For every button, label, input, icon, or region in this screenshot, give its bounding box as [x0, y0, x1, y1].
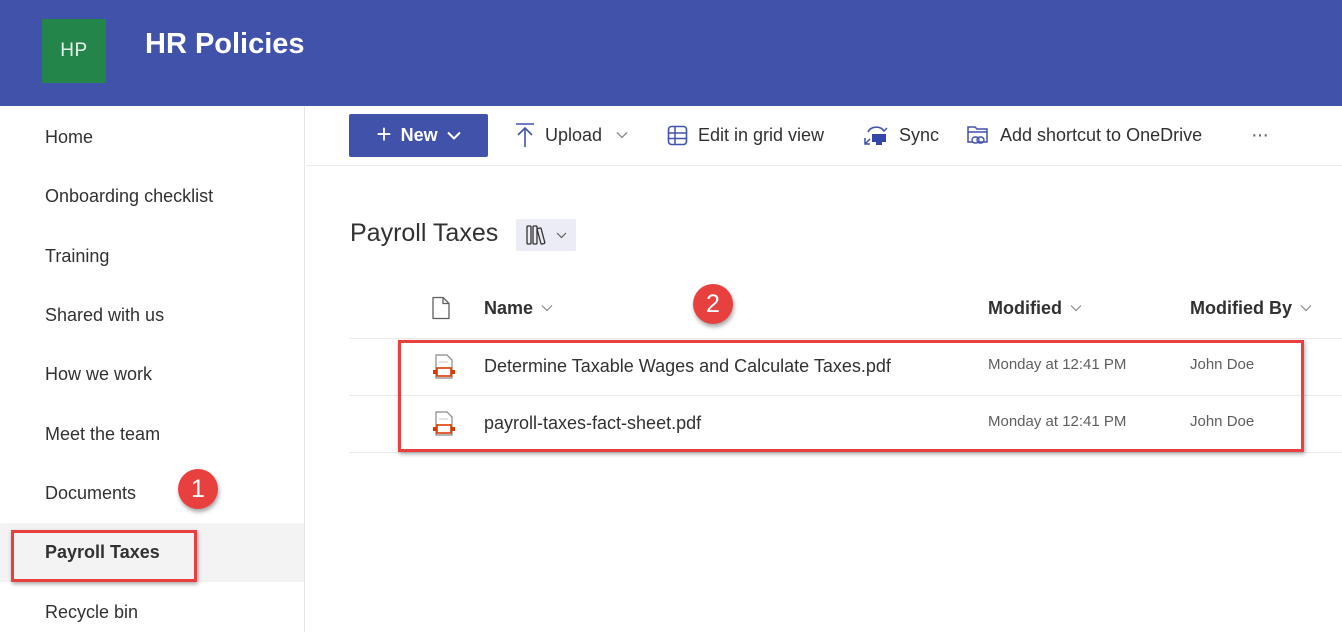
site-logo[interactable]: HP [42, 19, 106, 83]
chevron-down-icon [446, 131, 461, 140]
pdf-file-icon [433, 354, 455, 379]
file-name[interactable]: Determine Taxable Wages and Calculate Ta… [484, 356, 891, 377]
nav-item-how-we-work[interactable]: How we work [0, 345, 304, 404]
annotation-step-badge-1: 1 [178, 469, 218, 509]
nav-item-label: Payroll Taxes [45, 542, 160, 562]
file-modified: Monday at 12:41 PM [988, 413, 1127, 430]
nav-item-payroll-taxes[interactable]: Payroll Taxes [0, 523, 304, 582]
nav-item-onboarding-checklist[interactable]: Onboarding checklist [0, 167, 304, 226]
list-divider [349, 452, 1342, 453]
file-name[interactable]: payroll-taxes-fact-sheet.pdf [484, 413, 701, 434]
nav-item-documents[interactable]: Documents [0, 464, 304, 523]
chevron-down-icon [1300, 305, 1312, 312]
upload-label: Upload [545, 124, 603, 145]
nav-item-label: Onboarding checklist [45, 186, 214, 206]
edit-in-grid-view-button[interactable]: Edit in grid view [667, 120, 824, 150]
file-row[interactable]: payroll-taxes-fact-sheet.pdf Monday at 1… [349, 395, 1342, 452]
column-header-label: Name [484, 297, 534, 318]
column-header-label: Modified [988, 297, 1062, 318]
left-navigation: Home Onboarding checklist Training Share… [0, 106, 305, 632]
nav-item-label: Training [45, 246, 110, 266]
chevron-down-icon [541, 305, 553, 312]
nav-item-label: Meet the team [45, 424, 161, 444]
more-icon: ··· [1251, 123, 1269, 146]
file-modified: Monday at 12:41 PM [988, 356, 1127, 373]
edit-in-grid-view-label: Edit in grid view [698, 124, 825, 145]
view-options-button[interactable] [516, 219, 576, 251]
chevron-down-icon [1070, 305, 1082, 312]
nav-item-home[interactable]: Home [0, 108, 304, 167]
site-header: HP HR Policies [0, 0, 1342, 106]
nav-item-training[interactable]: Training [0, 227, 304, 286]
sync-button[interactable]: Sync [863, 120, 939, 150]
pdf-file-icon [433, 411, 455, 436]
upload-button[interactable]: Upload [515, 120, 628, 150]
nav-item-label: Recycle bin [45, 602, 139, 622]
nav-item-shared-with-us[interactable]: Shared with us [0, 286, 304, 345]
nav-item-label: Shared with us [45, 305, 165, 325]
nav-item-label: Home [45, 127, 94, 147]
nav-item-label: How we work [45, 364, 153, 384]
column-header-name[interactable]: Name [484, 290, 553, 326]
plus-icon: + [376, 119, 392, 149]
file-type-column-icon[interactable] [431, 296, 451, 320]
sync-label: Sync [899, 124, 940, 145]
grid-icon [667, 125, 688, 145]
column-header-label: Modified By [1190, 297, 1292, 318]
add-shortcut-to-onedrive-button[interactable]: Add shortcut to OneDrive [966, 120, 1202, 150]
sync-icon [864, 126, 888, 145]
new-button-label: New [400, 125, 438, 145]
new-button[interactable]: + New [349, 114, 488, 157]
upload-icon [516, 123, 534, 147]
file-modified-by[interactable]: John Doe [1190, 356, 1254, 373]
library-title: Payroll Taxes [350, 219, 499, 247]
file-row[interactable]: Determine Taxable Wages and Calculate Ta… [349, 338, 1342, 395]
chevron-down-icon [616, 132, 628, 139]
library-view-icon [525, 225, 545, 245]
site-title[interactable]: HR Policies [145, 28, 305, 61]
annotation-step-badge-2: 2 [693, 284, 733, 324]
more-options-button[interactable]: ··· [1251, 120, 1269, 150]
file-modified-by[interactable]: John Doe [1190, 413, 1254, 430]
command-bar: + New Upload Edit in grid view Sync Add … [306, 106, 1342, 166]
nav-item-label: Documents [45, 483, 137, 503]
folder-shortcut-icon [967, 126, 988, 144]
nav-item-meet-the-team[interactable]: Meet the team [0, 405, 304, 464]
column-header-modified-by[interactable]: Modified By [1190, 290, 1312, 326]
column-header-modified[interactable]: Modified [988, 290, 1082, 326]
chevron-down-icon [556, 232, 566, 238]
nav-item-recycle-bin[interactable]: Recycle bin [0, 583, 304, 642]
add-shortcut-label: Add shortcut to OneDrive [1000, 124, 1203, 145]
